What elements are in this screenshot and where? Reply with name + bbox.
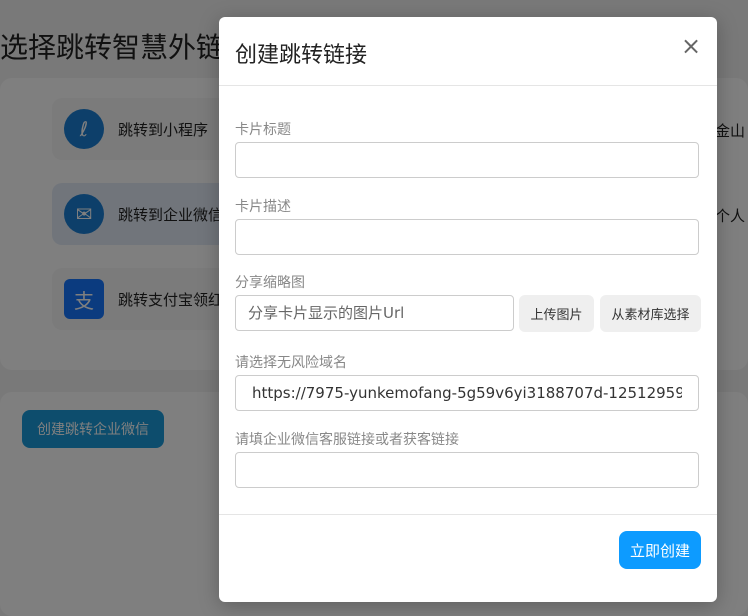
thumbnail-label: 分享缩略图 (235, 275, 305, 291)
domain-select[interactable] (235, 375, 699, 411)
card-title-input[interactable] (235, 142, 699, 178)
upload-image-button[interactable]: 上传图片 (519, 295, 594, 332)
thumbnail-url-input[interactable] (235, 295, 514, 331)
modal-title: 创建跳转链接 (235, 43, 368, 68)
create-link-modal: 创建跳转链接 × 卡片标题 卡片描述 分享缩略图 上传图片 从素材库选择 请选择… (219, 17, 717, 602)
service-link-label: 请填企业微信客服链接或者获客链接 (235, 432, 459, 448)
card-title-label: 卡片标题 (235, 122, 291, 138)
create-now-button[interactable]: 立即创建 (619, 531, 701, 569)
card-desc-input[interactable] (235, 219, 699, 255)
modal-header: 创建跳转链接 × (219, 17, 717, 86)
service-link-input[interactable] (235, 452, 699, 488)
close-icon[interactable]: × (679, 33, 703, 59)
domain-label: 请选择无风险域名 (235, 355, 347, 371)
choose-from-library-button[interactable]: 从素材库选择 (600, 295, 701, 332)
card-desc-label: 卡片描述 (235, 199, 291, 215)
modal-footer: 立即创建 (219, 514, 717, 603)
